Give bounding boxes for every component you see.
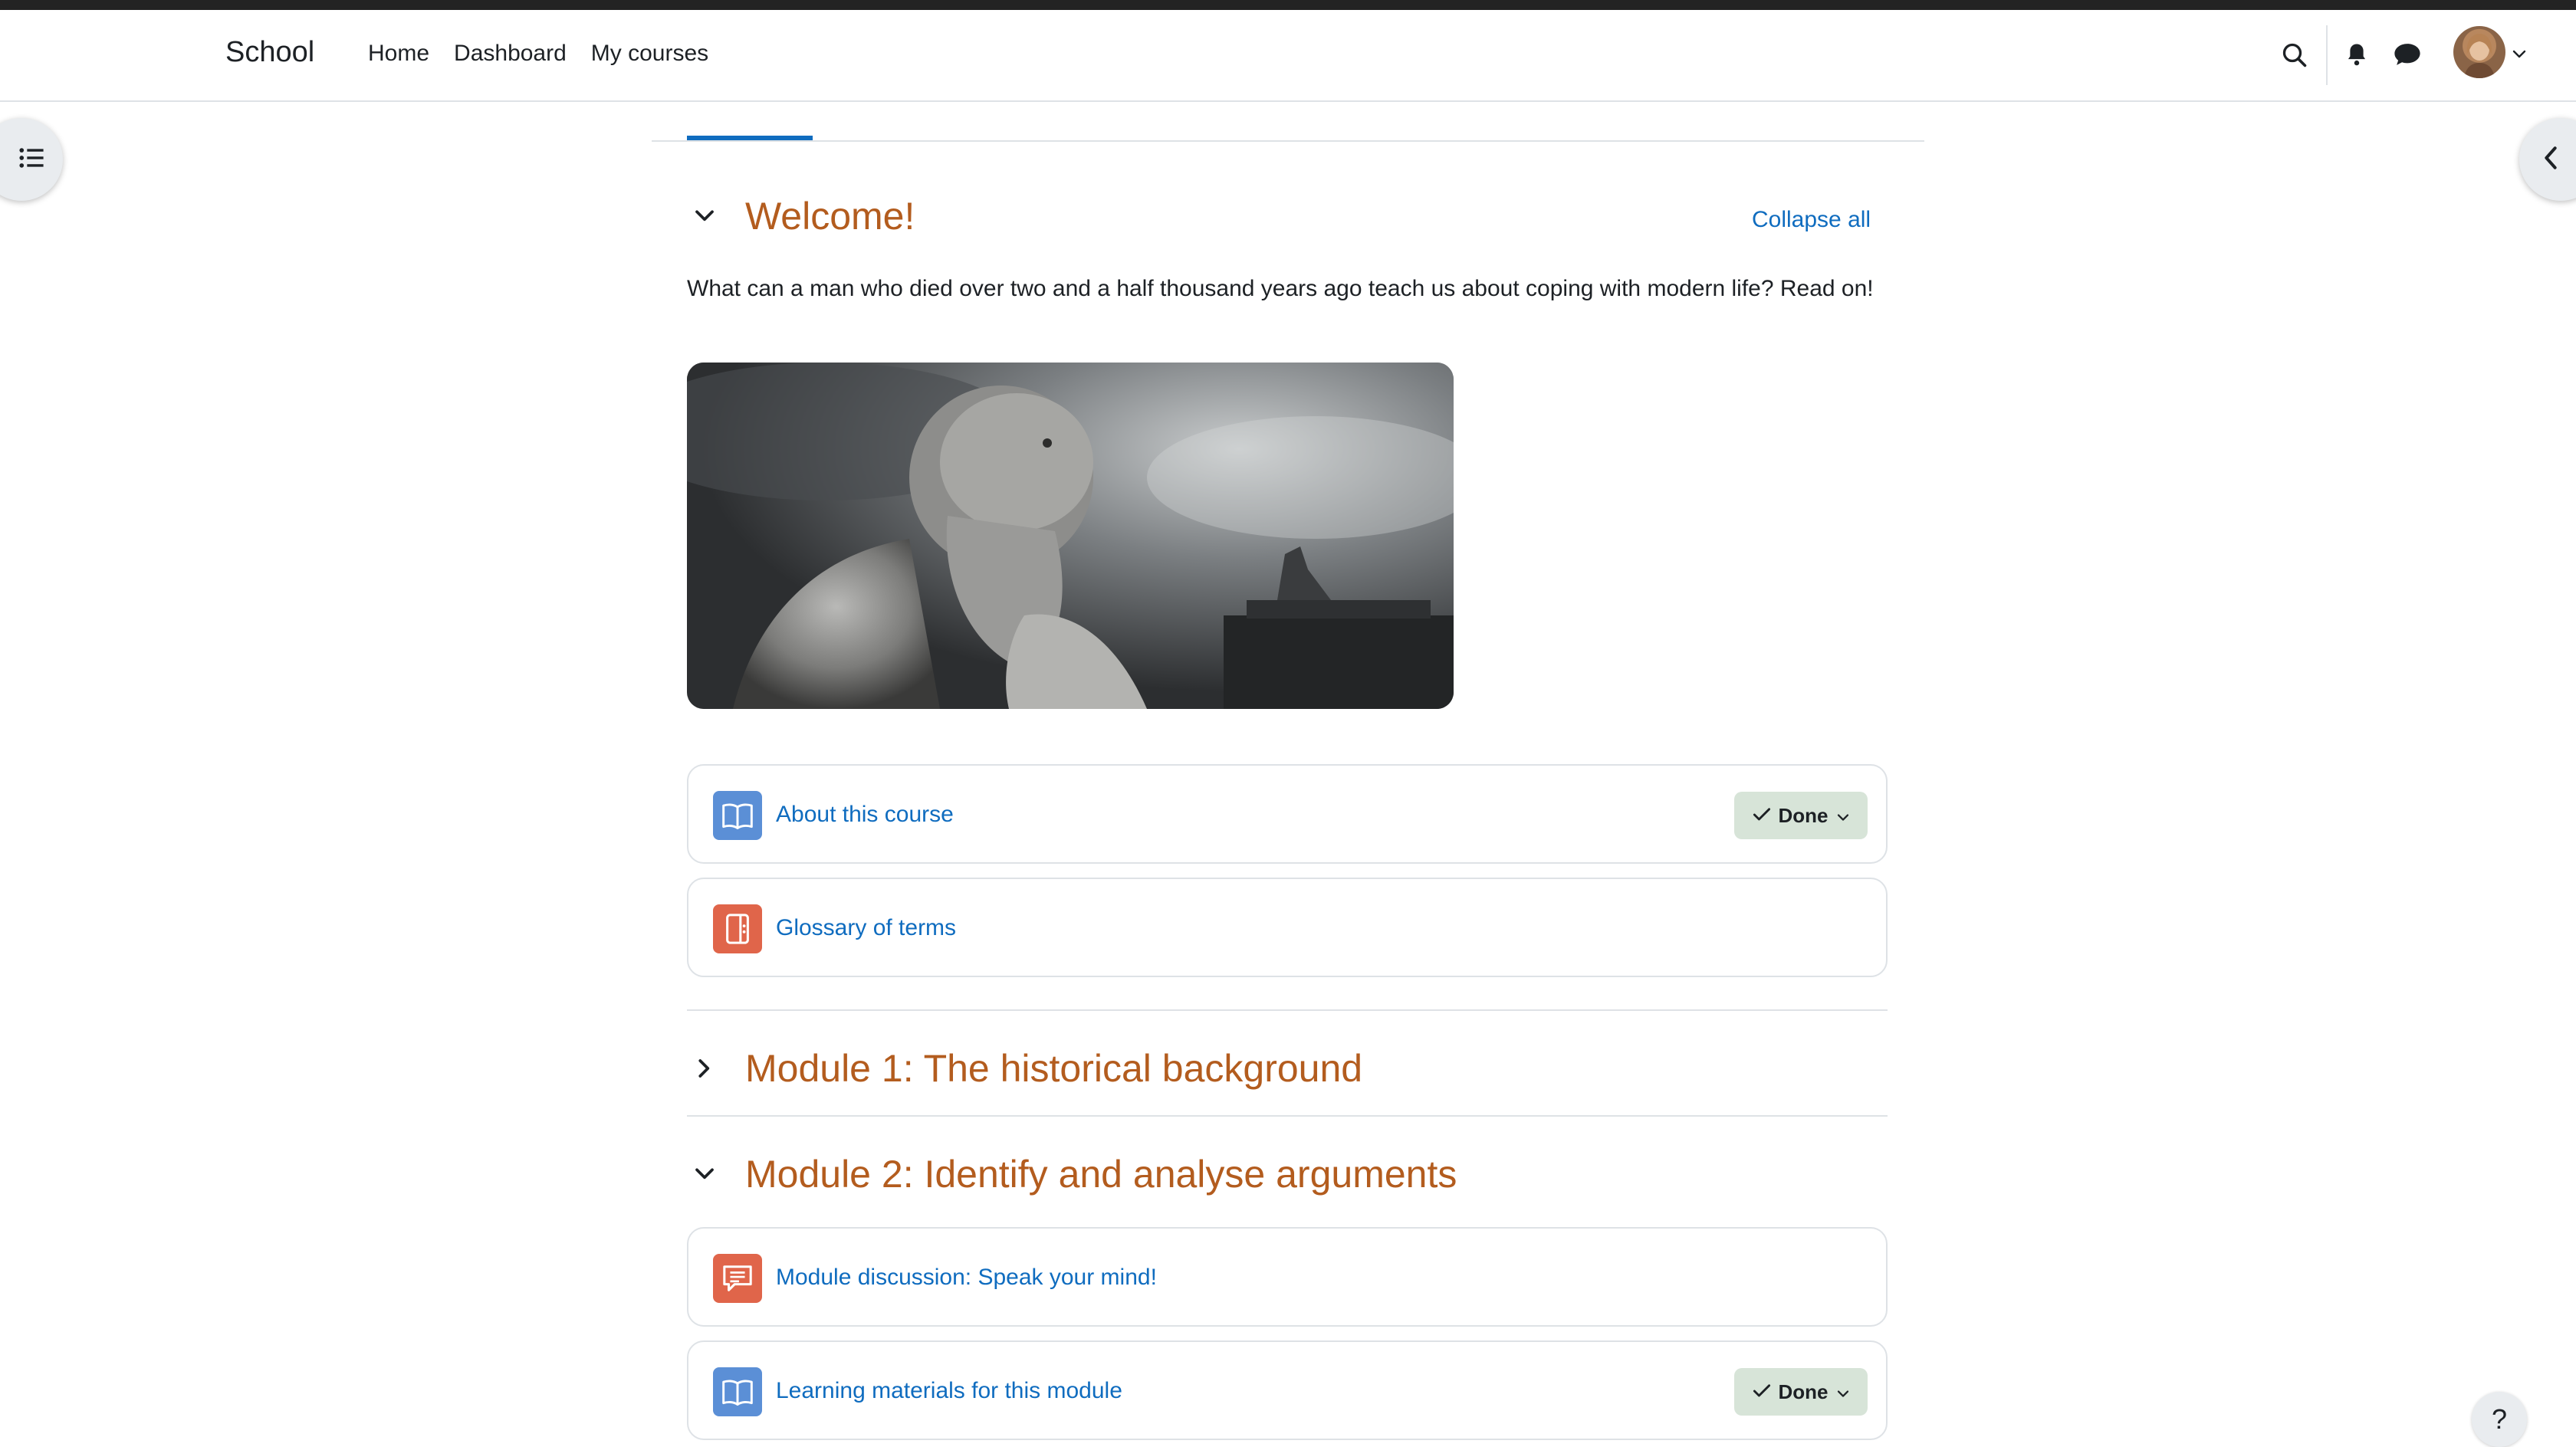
notification-bell-icon[interactable]: [2341, 39, 2372, 70]
check-icon: [1753, 804, 1771, 828]
activity-link[interactable]: Glossary of terms: [776, 915, 956, 941]
help-label: ?: [2491, 1403, 2508, 1435]
section-title[interactable]: Module 1: The historical background: [745, 1046, 1362, 1091]
nav-my-courses[interactable]: My courses: [591, 41, 708, 67]
secondary-navigation-tabs: [652, 102, 1924, 142]
glossary-icon: [713, 904, 762, 953]
navbar-separator: [2326, 25, 2328, 85]
user-avatar[interactable]: [2453, 26, 2505, 78]
forum-icon: [713, 1254, 762, 1303]
activity-learning-materials[interactable]: Learning materials for this module Done: [687, 1340, 1888, 1440]
section-title[interactable]: Welcome!: [745, 194, 915, 238]
section-divider: [687, 1115, 1888, 1117]
section-header-module-2: Module 2: Identify and analyse arguments: [687, 1152, 1457, 1196]
site-brand[interactable]: School: [225, 36, 314, 69]
activity-link[interactable]: Module discussion: Speak your mind!: [776, 1265, 1157, 1291]
chevron-left-icon: [2542, 145, 2559, 175]
check-icon: [1753, 1380, 1771, 1404]
messages-icon[interactable]: [2390, 39, 2424, 70]
chevron-down-icon: [1836, 1380, 1850, 1404]
activity-link[interactable]: Learning materials for this module: [776, 1378, 1122, 1404]
book-icon: [713, 791, 762, 840]
primary-navigation: Home Dashboard My courses: [368, 41, 708, 67]
list-icon: [18, 146, 44, 173]
chevron-down-icon[interactable]: [687, 1157, 722, 1192]
section-summary: What can a man who died over two and a h…: [687, 276, 1874, 301]
chevron-down-icon[interactable]: [687, 199, 722, 234]
completion-done-button[interactable]: Done: [1734, 792, 1868, 839]
completion-label: Done: [1778, 803, 1829, 827]
chevron-right-icon[interactable]: [687, 1051, 722, 1086]
top-navbar: School Home Dashboard My courses: [0, 10, 2576, 102]
open-block-drawer-button[interactable]: [2519, 118, 2576, 201]
section-header-welcome: Welcome!: [687, 194, 915, 238]
activity-about-this-course[interactable]: About this course Done: [687, 764, 1888, 864]
section-divider: [687, 1009, 1888, 1011]
active-tab-indicator: [687, 136, 813, 140]
nav-dashboard[interactable]: Dashboard: [454, 41, 567, 67]
chevron-down-icon: [1836, 804, 1850, 828]
course-hero-image: [687, 363, 1454, 709]
activity-module-discussion[interactable]: Module discussion: Speak your mind!: [687, 1227, 1888, 1327]
collapse-all-link[interactable]: Collapse all: [1752, 207, 1871, 233]
search-icon[interactable]: [2277, 38, 2312, 73]
completion-done-button[interactable]: Done: [1734, 1368, 1868, 1416]
completion-label: Done: [1778, 1380, 1829, 1403]
nav-home[interactable]: Home: [368, 41, 429, 67]
activity-link[interactable]: About this course: [776, 802, 954, 828]
browser-top-strip: [0, 0, 2576, 10]
activity-glossary-of-terms[interactable]: Glossary of terms: [687, 878, 1888, 977]
book-icon: [713, 1367, 762, 1416]
open-course-index-button[interactable]: [0, 118, 63, 201]
user-menu-chevron-down-icon[interactable]: [2509, 44, 2530, 65]
section-title[interactable]: Module 2: Identify and analyse arguments: [745, 1152, 1457, 1196]
section-header-module-1: Module 1: The historical background: [687, 1046, 1362, 1091]
help-button[interactable]: ?: [2472, 1392, 2527, 1447]
